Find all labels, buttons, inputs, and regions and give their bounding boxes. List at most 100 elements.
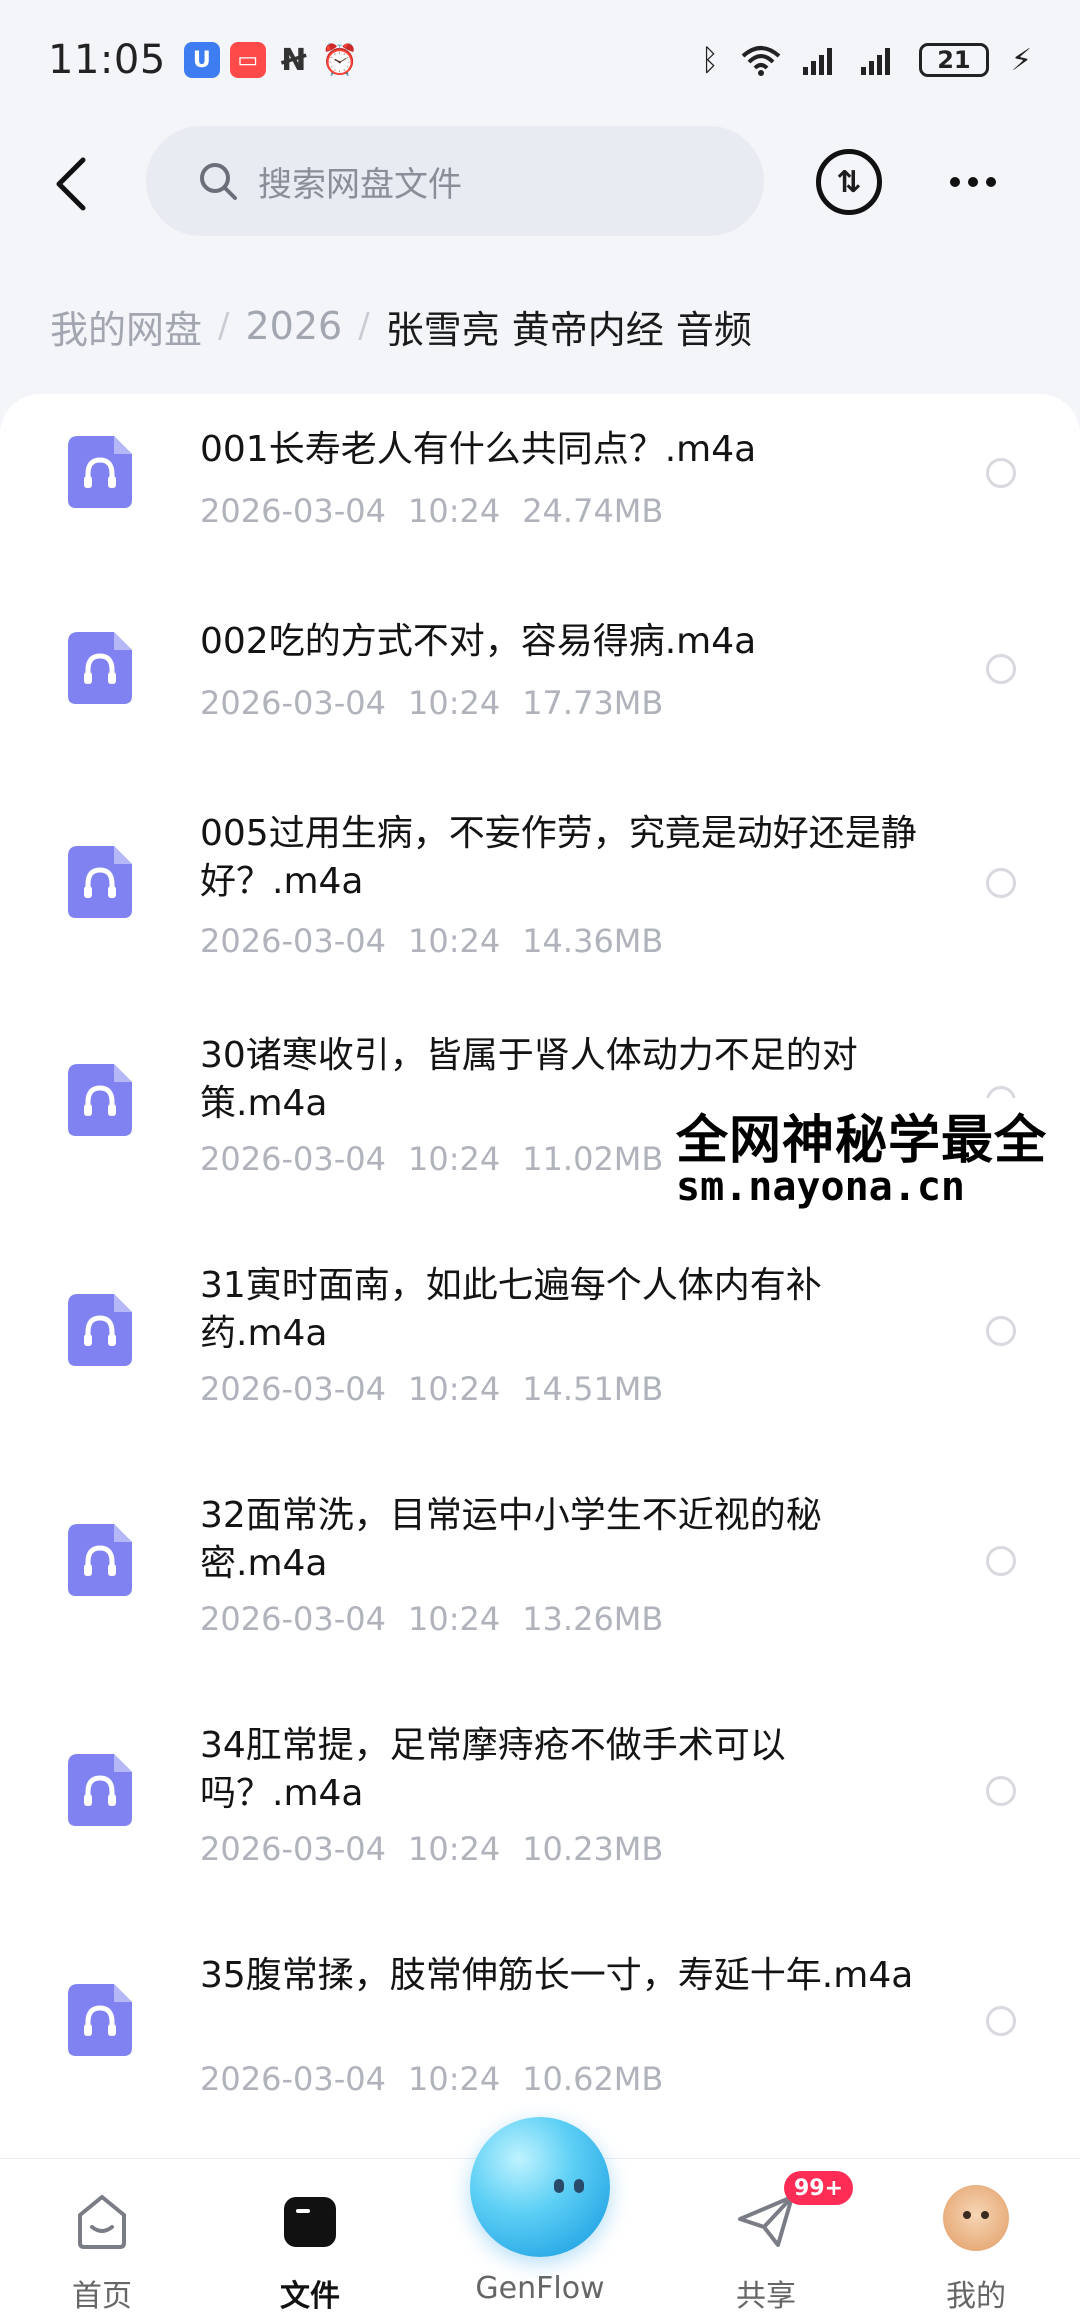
avatar-eye [981, 2211, 989, 2219]
file-list-item[interactable]: 31寅时面南，如此七遍每个人体内有补药.m4a 2026-03-04 10:24 14… [0, 1244, 1080, 1464]
audio-file-icon [68, 632, 132, 704]
status-time: 11:05 [48, 37, 166, 83]
more-dot [950, 177, 960, 187]
file-meta: 2026-03-04 10:24 24.74MB [200, 492, 663, 530]
file-time: 10:24 [407, 1370, 501, 1408]
file-time: 10:24 [407, 1140, 501, 1178]
file-date: 2026-03-04 [200, 1830, 386, 1868]
battery-indicator: 21 [918, 43, 989, 77]
wifi-icon [741, 46, 781, 76]
notification-icons: U ▭ Ꞥ ⏰ [183, 42, 359, 78]
charging-icon: ⚡ [1010, 42, 1032, 78]
select-checkbox[interactable] [986, 1776, 1016, 1806]
file-time: 10:24 [407, 1600, 501, 1638]
file-date: 2026-03-04 [200, 922, 386, 960]
nav-share-label: 共享 [736, 2279, 796, 2314]
share-badge: 99+ [784, 2171, 854, 2205]
file-list-item[interactable]: 32面常洗，目常运中小学生不近视的秘密.m4a 2026-03-04 10:24 13… [0, 1474, 1080, 1694]
audio-file-icon [68, 436, 132, 508]
audio-file-icon [68, 1294, 132, 1366]
breadcrumb-folder[interactable]: 2026 [245, 304, 342, 348]
back-button[interactable] [40, 152, 100, 216]
file-time: 10:24 [407, 684, 501, 722]
select-checkbox[interactable] [986, 868, 1016, 898]
audio-file-icon [68, 1984, 132, 2056]
file-date: 2026-03-04 [200, 1370, 386, 1408]
file-date: 2026-03-04 [200, 1600, 386, 1638]
signal-icon [860, 48, 890, 75]
file-list-item[interactable]: 001长寿老人有什么共同点？.m4a 2026-03-04 10:24 24.74MB [0, 394, 1080, 614]
file-size: 14.51MB [522, 1370, 664, 1408]
nav-home-label: 首页 [72, 2279, 132, 2314]
header-bar: 搜索网盘文件 ⇅ [0, 120, 1080, 250]
avatar [943, 2185, 1009, 2251]
file-date: 2026-03-04 [200, 684, 386, 722]
file-name: 34肛常提，足常摩痔疮不做手术可以吗？.m4a [200, 1725, 786, 1814]
audio-file-icon [68, 1754, 132, 1826]
status-bar: 11:05 U ▭ Ꞥ ⏰ ᛒ 21 ⚡ [0, 0, 1080, 120]
more-dot [986, 177, 996, 187]
select-checkbox[interactable] [986, 458, 1016, 488]
home-icon [78, 2195, 126, 2249]
file-name: 001长寿老人有什么共同点？.m4a [200, 429, 757, 470]
file-size: 24.74MB [522, 492, 664, 530]
transfer-icon: ⇅ [836, 164, 862, 200]
orb-eye [574, 2179, 584, 2193]
bluetooth-icon: ᛒ [700, 42, 719, 78]
file-meta: 2026-03-04 10:24 10.23MB [200, 1830, 663, 1868]
nav-me-label: 我的 [946, 2279, 1006, 2314]
select-checkbox[interactable] [986, 654, 1016, 684]
app-notification-icon: ▭ [229, 42, 266, 78]
file-date: 2026-03-04 [200, 2060, 386, 2098]
status-indicators: ᛒ 21 ⚡ [701, 43, 1032, 78]
search-icon [200, 163, 237, 200]
file-meta: 2026-03-04 10:24 14.51MB [200, 1370, 663, 1408]
file-date: 2026-03-04 [200, 1140, 386, 1178]
file-size: 14.36MB [522, 922, 664, 960]
file-time: 10:24 [407, 2060, 501, 2098]
file-list-item[interactable]: 005过用生病，不妄作劳，究竟是动好还是静好？.m4a 2026-03-04 10:… [0, 782, 1080, 1002]
breadcrumb-separator: / [218, 306, 230, 346]
orb-eye [554, 2179, 564, 2193]
file-meta: 2026-03-04 10:24 11.02MB [200, 1140, 663, 1178]
breadcrumb-root[interactable]: 我的网盘 [50, 299, 202, 354]
file-name: 35腹常揉，肢常伸筋长一寸，寿延十年.m4a [200, 1955, 914, 1996]
chevron-left-icon [56, 157, 86, 211]
nav-me[interactable]: 我的 [896, 2159, 1056, 2324]
file-meta: 2026-03-04 10:24 17.73MB [200, 684, 663, 722]
audio-file-icon [68, 846, 132, 918]
nav-files-label: 文件 [280, 2279, 340, 2314]
search-input[interactable]: 搜索网盘文件 [146, 126, 764, 236]
select-checkbox[interactable] [986, 1316, 1016, 1346]
file-size: 13.26MB [522, 1600, 664, 1638]
breadcrumb-current: 张雪亮 黄帝内经 音频 [385, 307, 752, 352]
file-name: 002吃的方式不对，容易得病.m4a [200, 621, 757, 662]
nav-files[interactable]: 文件 [230, 2159, 390, 2324]
signal-icon [802, 48, 832, 75]
file-name: 31寅时面南，如此七遍每个人体内有补药.m4a [200, 1265, 822, 1354]
more-dot [968, 177, 978, 187]
alarm-icon: ⏰ [321, 42, 359, 78]
file-size: 10.23MB [522, 1830, 664, 1868]
file-list-item[interactable]: 002吃的方式不对，容易得病.m4a 2026-03-04 10:24 17.73MB [0, 590, 1080, 810]
file-list: 001长寿老人有什么共同点？.m4a 2026-03-04 10:24 24.74MB… [0, 394, 1080, 2158]
more-options-button[interactable] [940, 160, 1006, 204]
file-name: 005过用生病，不妄作劳，究竟是动好还是静好？.m4a [200, 813, 917, 902]
audio-file-icon [68, 1064, 132, 1136]
nav-home[interactable]: 首页 [22, 2159, 182, 2324]
watermark-url: sm.nayona.cn [676, 1164, 965, 1210]
select-checkbox[interactable] [986, 2006, 1016, 2036]
app-notification-icon: U [183, 42, 220, 78]
file-name: 32面常洗，目常运中小学生不近视的秘密.m4a [200, 1495, 822, 1584]
watermark: 全网神秘学最全 sm.nayona.cn [676, 1098, 1080, 1218]
watermark-title: 全网神秘学最全 [676, 1111, 1048, 1171]
avatar-image [943, 2185, 1009, 2251]
bottom-navigation: 首页 文件 GenFlow 共享 99+ 我的 [0, 2117, 1080, 2324]
file-size: 10.62MB [522, 2060, 664, 2098]
avatar-eye [963, 2211, 971, 2219]
file-size: 17.73MB [522, 684, 664, 722]
transfer-list-button[interactable]: ⇅ [816, 149, 882, 215]
select-checkbox[interactable] [986, 1546, 1016, 1576]
file-list-item[interactable]: 34肛常提，足常摩痔疮不做手术可以吗？.m4a 2026-03-04 10:24 10… [0, 1704, 1080, 1924]
genflow-orb-icon[interactable] [470, 2117, 610, 2257]
